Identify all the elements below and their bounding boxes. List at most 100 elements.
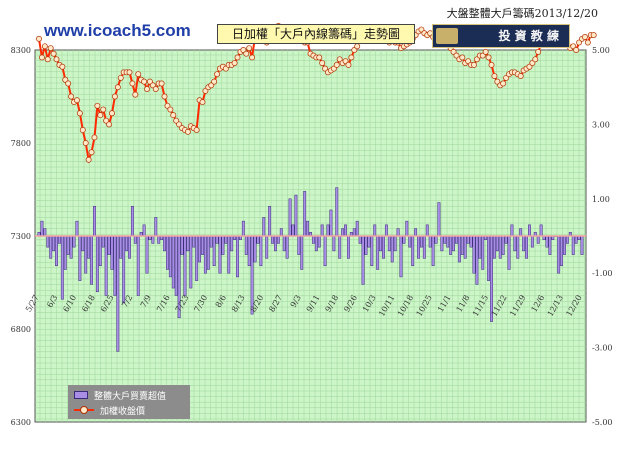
price-point xyxy=(535,48,542,55)
bar xyxy=(201,235,204,255)
bar xyxy=(344,224,347,237)
bar xyxy=(396,228,400,237)
price-point xyxy=(111,93,118,100)
bar xyxy=(166,235,169,270)
bar xyxy=(271,235,274,244)
bar xyxy=(98,235,102,267)
bar xyxy=(545,235,549,248)
bar xyxy=(212,235,216,267)
bar xyxy=(300,235,304,270)
bar xyxy=(113,235,117,296)
price-point xyxy=(47,45,54,52)
bar xyxy=(78,235,82,281)
bar xyxy=(297,235,301,255)
bar xyxy=(574,235,578,244)
bar xyxy=(107,235,111,255)
bar xyxy=(122,235,126,304)
bar xyxy=(513,235,517,252)
bar xyxy=(425,224,429,237)
price-point xyxy=(59,63,66,70)
price-point xyxy=(211,78,218,85)
bar xyxy=(373,224,377,237)
price-point xyxy=(581,34,588,40)
bar xyxy=(43,228,47,237)
bar xyxy=(565,235,569,244)
price-point xyxy=(471,61,477,68)
bar xyxy=(408,235,412,248)
y-tick-label-right: 1.00 xyxy=(592,195,610,204)
bar xyxy=(341,228,345,237)
bar xyxy=(128,235,131,259)
bar xyxy=(224,235,228,244)
logo-text: 投 資 教 練 xyxy=(498,29,559,43)
y-tick-label-right: -5.00 xyxy=(592,418,613,427)
bar xyxy=(276,235,280,244)
bar xyxy=(463,235,467,259)
bar xyxy=(370,235,374,267)
bar xyxy=(560,235,564,267)
bar xyxy=(422,235,426,259)
bar xyxy=(501,235,505,255)
price-point xyxy=(135,71,142,78)
logo-badge: 投 資 教 練 xyxy=(432,24,570,48)
price-point xyxy=(246,45,253,52)
price-point xyxy=(114,84,121,91)
bar xyxy=(163,235,166,252)
bar xyxy=(63,235,67,270)
bar xyxy=(303,191,307,237)
bar xyxy=(119,235,123,259)
bar xyxy=(151,235,155,244)
price-point xyxy=(316,54,323,61)
bar xyxy=(81,235,85,252)
y-tick-label-right: 3.00 xyxy=(592,120,610,129)
price-point xyxy=(161,93,168,100)
bar xyxy=(268,205,272,237)
price-point xyxy=(76,110,83,117)
y-tick-label-left: 6800 xyxy=(11,325,31,334)
price-point xyxy=(129,80,136,87)
price-point xyxy=(94,102,101,109)
bar xyxy=(446,235,450,248)
bar xyxy=(52,235,56,252)
bar xyxy=(186,235,190,252)
bar xyxy=(145,235,149,274)
brand-url[interactable]: www.icoach5.com xyxy=(44,21,191,41)
bar xyxy=(376,235,380,270)
price-point xyxy=(158,80,165,87)
bar xyxy=(329,209,333,237)
bar xyxy=(311,235,315,244)
bar xyxy=(399,235,403,278)
bar xyxy=(428,235,432,248)
bar xyxy=(171,235,175,289)
bar xyxy=(323,235,327,267)
bar xyxy=(580,235,584,255)
bar xyxy=(274,235,277,252)
bar xyxy=(414,228,418,237)
bar xyxy=(259,235,263,267)
price-point xyxy=(74,97,80,104)
bar xyxy=(332,235,336,252)
bar xyxy=(133,235,137,244)
bar xyxy=(314,235,318,252)
bar xyxy=(57,235,61,244)
price-point xyxy=(231,60,238,66)
bar xyxy=(519,228,523,237)
price-point xyxy=(38,54,45,61)
bar xyxy=(411,235,415,267)
bar xyxy=(516,235,520,259)
chart-top-title: 大盤整體大戶籌碼2013/12/20 xyxy=(446,7,598,20)
bar xyxy=(125,235,129,252)
bar xyxy=(361,235,365,285)
bar xyxy=(431,235,435,267)
bar xyxy=(498,235,502,259)
bar xyxy=(136,235,140,296)
price-point xyxy=(348,54,355,61)
bar xyxy=(227,235,231,274)
price-point xyxy=(488,61,495,68)
bar xyxy=(192,235,196,248)
bar xyxy=(530,235,534,248)
bar xyxy=(384,224,388,237)
bar xyxy=(265,235,269,259)
bar xyxy=(247,235,251,267)
price-point xyxy=(193,127,200,133)
